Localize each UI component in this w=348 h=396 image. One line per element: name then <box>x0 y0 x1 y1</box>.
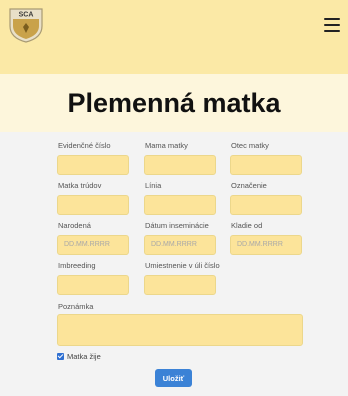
otec-matky-input[interactable] <box>230 154 302 175</box>
label-imbreeding: Imbreeding <box>58 261 96 270</box>
page-title: Plemenná matka <box>67 88 281 118</box>
hamburger-menu-icon[interactable] <box>324 18 340 32</box>
label-poznamka: Poznámka <box>58 302 94 311</box>
narodena-date-input[interactable] <box>57 234 129 255</box>
matka-zije-label: Matka žije <box>67 352 101 361</box>
field-otec-matky: Otec matky <box>230 141 302 175</box>
logo-text: SCA <box>19 12 34 19</box>
field-narodena: Narodená <box>57 221 129 255</box>
field-poznamka: Poznámka <box>57 302 303 351</box>
kladie-od-date-input[interactable] <box>230 234 302 255</box>
field-linia: Línia <box>144 181 216 215</box>
field-datum-inseminacie: Dátum inseminácie <box>144 221 216 255</box>
logo[interactable]: SCA <box>6 6 46 44</box>
poznamka-textarea[interactable] <box>57 314 303 346</box>
linia-input[interactable] <box>144 194 216 215</box>
label-umiestnenie: Umiestnenie v úli číslo <box>145 261 220 270</box>
matka-zije-row: Matka žije <box>57 352 101 361</box>
field-imbreeding: Imbreeding <box>57 261 129 295</box>
field-mama-matky: Mama matky <box>144 141 216 175</box>
evidencne-cislo-input[interactable] <box>57 154 129 175</box>
field-matka-trudov: Matka trúdov <box>57 181 129 215</box>
field-kladie-od: Kladie od <box>230 221 302 255</box>
save-button[interactable]: Uložiť <box>155 369 192 387</box>
label-datum-inseminacie: Dátum inseminácie <box>145 221 209 230</box>
top-bar: SCA <box>0 0 348 74</box>
label-narodena: Narodená <box>58 221 91 230</box>
shield-logo-icon: SCA <box>9 8 43 43</box>
label-linia: Línia <box>145 181 162 190</box>
mama-matky-input[interactable] <box>144 154 216 175</box>
matka-zije-checkbox[interactable] <box>57 353 64 360</box>
label-mama-matky: Mama matky <box>145 141 188 150</box>
field-umiestnenie: Umiestnenie v úli číslo <box>144 261 220 295</box>
label-matka-trudov: Matka trúdov <box>58 181 102 190</box>
label-otec-matky: Otec matky <box>231 141 269 150</box>
datum-inseminacie-date-input[interactable] <box>144 234 216 255</box>
label-evidencne-cislo: Evidenčné číslo <box>58 141 111 150</box>
matka-trudov-input[interactable] <box>57 194 129 215</box>
imbreeding-input[interactable] <box>57 274 129 295</box>
umiestnenie-input[interactable] <box>144 274 216 295</box>
field-evidencne-cislo: Evidenčné číslo <box>57 141 129 175</box>
label-oznacenie: Označenie <box>231 181 267 190</box>
oznacenie-input[interactable] <box>230 194 302 215</box>
label-kladie-od: Kladie od <box>231 221 263 230</box>
field-oznacenie: Označenie <box>230 181 302 215</box>
